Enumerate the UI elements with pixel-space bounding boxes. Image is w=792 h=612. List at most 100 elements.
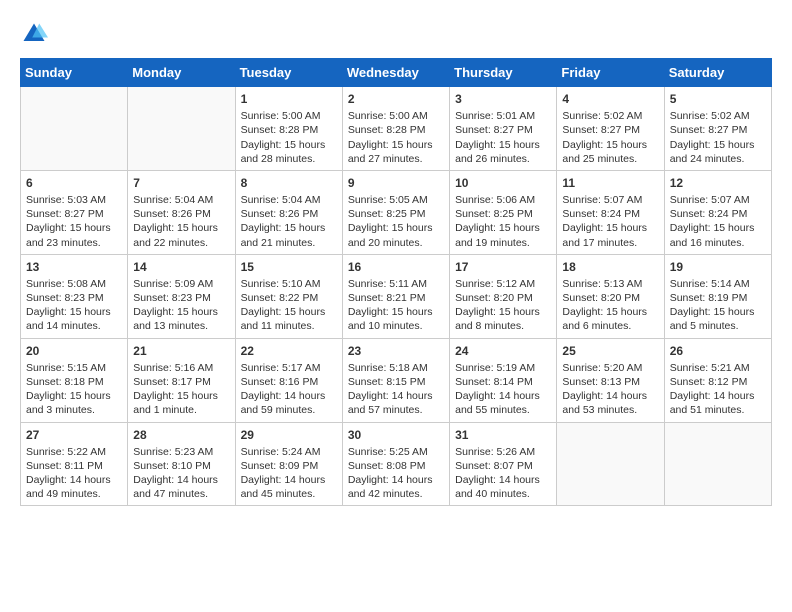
calendar-cell: 19Sunrise: 5:14 AMSunset: 8:19 PMDayligh…: [664, 254, 771, 338]
sunset-text: Sunset: 8:23 PM: [26, 291, 122, 305]
sunset-text: Sunset: 8:24 PM: [670, 207, 766, 221]
sunrise-text: Sunrise: 5:09 AM: [133, 277, 229, 291]
day-number: 16: [348, 259, 444, 275]
sunrise-text: Sunrise: 5:04 AM: [241, 193, 337, 207]
sunrise-text: Sunrise: 5:20 AM: [562, 361, 658, 375]
day-number: 7: [133, 175, 229, 191]
cell-content: 20Sunrise: 5:15 AMSunset: 8:18 PMDayligh…: [26, 343, 122, 418]
daylight-text: Daylight: 14 hours and 45 minutes.: [241, 473, 337, 501]
daylight-text: Daylight: 14 hours and 49 minutes.: [26, 473, 122, 501]
day-number: 10: [455, 175, 551, 191]
daylight-text: Daylight: 14 hours and 57 minutes.: [348, 389, 444, 417]
daylight-text: Daylight: 15 hours and 16 minutes.: [670, 221, 766, 249]
cell-content: 6Sunrise: 5:03 AMSunset: 8:27 PMDaylight…: [26, 175, 122, 250]
calendar-cell: 12 Sunrise: 5:07 AMSunset: 8:24 PMDayligh…: [664, 170, 771, 254]
daylight-text: Daylight: 15 hours and 23 minutes.: [26, 221, 122, 249]
daylight-text: Daylight: 14 hours and 59 minutes.: [241, 389, 337, 417]
calendar-cell: 18Sunrise: 5:13 AMSunset: 8:20 PMDayligh…: [557, 254, 664, 338]
calendar-cell: 3Sunrise: 5:01 AMSunset: 8:27 PMDaylight…: [450, 87, 557, 171]
sunset-text: Sunset: 8:27 PM: [562, 123, 658, 137]
calendar-cell: [664, 422, 771, 506]
cell-content: 21Sunrise: 5:16 AMSunset: 8:17 PMDayligh…: [133, 343, 229, 418]
cell-content: 24Sunrise: 5:19 AMSunset: 8:14 PMDayligh…: [455, 343, 551, 418]
day-number: 26: [670, 343, 766, 359]
day-number: 13: [26, 259, 122, 275]
calendar-cell: 26Sunrise: 5:21 AMSunset: 8:12 PMDayligh…: [664, 338, 771, 422]
cell-content: 29Sunrise: 5:24 AMSunset: 8:09 PMDayligh…: [241, 427, 337, 502]
sunset-text: Sunset: 8:16 PM: [241, 375, 337, 389]
day-number: 8: [241, 175, 337, 191]
calendar-cell: 11Sunrise: 5:07 AMSunset: 8:24 PMDayligh…: [557, 170, 664, 254]
sunset-text: Sunset: 8:28 PM: [241, 123, 337, 137]
cell-content: 17Sunrise: 5:12 AMSunset: 8:20 PMDayligh…: [455, 259, 551, 334]
cell-content: 7Sunrise: 5:04 AMSunset: 8:26 PMDaylight…: [133, 175, 229, 250]
sunset-text: Sunset: 8:11 PM: [26, 459, 122, 473]
cell-content: 1Sunrise: 5:00 AMSunset: 8:28 PMDaylight…: [241, 91, 337, 166]
sunset-text: Sunset: 8:28 PM: [348, 123, 444, 137]
calendar-cell: 28Sunrise: 5:23 AMSunset: 8:10 PMDayligh…: [128, 422, 235, 506]
day-number: 20: [26, 343, 122, 359]
daylight-text: Daylight: 15 hours and 8 minutes.: [455, 305, 551, 333]
daylight-text: Daylight: 14 hours and 55 minutes.: [455, 389, 551, 417]
sunrise-text: Sunrise: 5:05 AM: [348, 193, 444, 207]
calendar-cell: 1Sunrise: 5:00 AMSunset: 8:28 PMDaylight…: [235, 87, 342, 171]
daylight-text: Daylight: 15 hours and 6 minutes.: [562, 305, 658, 333]
sunset-text: Sunset: 8:26 PM: [241, 207, 337, 221]
sunrise-text: Sunrise: 5:26 AM: [455, 445, 551, 459]
sunrise-text: Sunrise: 5:06 AM: [455, 193, 551, 207]
calendar-cell: 15Sunrise: 5:10 AMSunset: 8:22 PMDayligh…: [235, 254, 342, 338]
cell-content: 10Sunrise: 5:06 AMSunset: 8:25 PMDayligh…: [455, 175, 551, 250]
cell-content: 13Sunrise: 5:08 AMSunset: 8:23 PMDayligh…: [26, 259, 122, 334]
day-number: 12: [670, 175, 766, 191]
sunset-text: Sunset: 8:07 PM: [455, 459, 551, 473]
cell-content: 3Sunrise: 5:01 AMSunset: 8:27 PMDaylight…: [455, 91, 551, 166]
day-number: 29: [241, 427, 337, 443]
calendar-week-row: 6Sunrise: 5:03 AMSunset: 8:27 PMDaylight…: [21, 170, 772, 254]
cell-content: 8 Sunrise: 5:04 AMSunset: 8:26 PMDaylight…: [241, 175, 337, 250]
logo-icon: [20, 20, 48, 48]
sunset-text: Sunset: 8:13 PM: [562, 375, 658, 389]
daylight-text: Daylight: 15 hours and 28 minutes.: [241, 138, 337, 166]
cell-content: 31Sunrise: 5:26 AMSunset: 8:07 PMDayligh…: [455, 427, 551, 502]
day-number: 2: [348, 91, 444, 107]
sunrise-text: Sunrise: 5:01 AM: [455, 109, 551, 123]
calendar-cell: 14Sunrise: 5:09 AMSunset: 8:23 PMDayligh…: [128, 254, 235, 338]
sunrise-text: Sunrise: 5:24 AM: [241, 445, 337, 459]
daylight-text: Daylight: 15 hours and 1 minute.: [133, 389, 229, 417]
calendar-cell: [21, 87, 128, 171]
sunset-text: Sunset: 8:24 PM: [562, 207, 658, 221]
daylight-text: Daylight: 15 hours and 5 minutes.: [670, 305, 766, 333]
daylight-text: Daylight: 15 hours and 14 minutes.: [26, 305, 122, 333]
daylight-text: Daylight: 15 hours and 21 minutes.: [241, 221, 337, 249]
calendar-cell: 27Sunrise: 5:22 AMSunset: 8:11 PMDayligh…: [21, 422, 128, 506]
sunrise-text: Sunrise: 5:11 AM: [348, 277, 444, 291]
sunrise-text: Sunrise: 5:03 AM: [26, 193, 122, 207]
day-number: 19: [670, 259, 766, 275]
calendar-cell: 24Sunrise: 5:19 AMSunset: 8:14 PMDayligh…: [450, 338, 557, 422]
sunset-text: Sunset: 8:22 PM: [241, 291, 337, 305]
day-number: 23: [348, 343, 444, 359]
calendar-cell: 21Sunrise: 5:16 AMSunset: 8:17 PMDayligh…: [128, 338, 235, 422]
logo: [20, 20, 52, 48]
day-number: 30: [348, 427, 444, 443]
daylight-text: Daylight: 15 hours and 11 minutes.: [241, 305, 337, 333]
cell-content: 28Sunrise: 5:23 AMSunset: 8:10 PMDayligh…: [133, 427, 229, 502]
daylight-text: Daylight: 15 hours and 3 minutes.: [26, 389, 122, 417]
sunrise-text: Sunrise: 5:02 AM: [670, 109, 766, 123]
calendar-cell: 13Sunrise: 5:08 AMSunset: 8:23 PMDayligh…: [21, 254, 128, 338]
sunrise-text: Sunrise: 5:18 AM: [348, 361, 444, 375]
calendar-cell: 6Sunrise: 5:03 AMSunset: 8:27 PMDaylight…: [21, 170, 128, 254]
cell-content: 2Sunrise: 5:00 AMSunset: 8:28 PMDaylight…: [348, 91, 444, 166]
sunset-text: Sunset: 8:23 PM: [133, 291, 229, 305]
sunset-text: Sunset: 8:27 PM: [670, 123, 766, 137]
day-number: 9: [348, 175, 444, 191]
day-number: 24: [455, 343, 551, 359]
cell-content: 30Sunrise: 5:25 AMSunset: 8:08 PMDayligh…: [348, 427, 444, 502]
cell-content: 22Sunrise: 5:17 AMSunset: 8:16 PMDayligh…: [241, 343, 337, 418]
calendar-cell: 2Sunrise: 5:00 AMSunset: 8:28 PMDaylight…: [342, 87, 449, 171]
sunrise-text: Sunrise: 5:07 AM: [670, 193, 766, 207]
sunset-text: Sunset: 8:27 PM: [26, 207, 122, 221]
sunrise-text: Sunrise: 5:15 AM: [26, 361, 122, 375]
sunrise-text: Sunrise: 5:16 AM: [133, 361, 229, 375]
cell-content: 16Sunrise: 5:11 AMSunset: 8:21 PMDayligh…: [348, 259, 444, 334]
